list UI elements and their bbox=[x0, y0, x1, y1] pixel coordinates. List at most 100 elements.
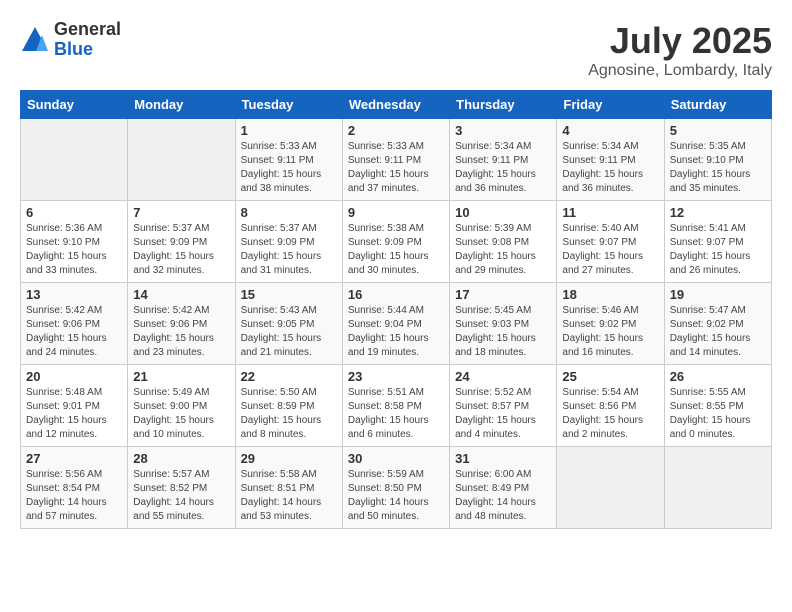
calendar-cell: 6 Sunrise: 5:36 AMSunset: 9:10 PMDaylight… bbox=[21, 201, 128, 283]
day-info: Sunrise: 5:36 AMSunset: 9:10 PMDaylight:… bbox=[26, 222, 122, 278]
day-number: 31 bbox=[455, 451, 551, 466]
calendar-table: SundayMondayTuesdayWednesdayThursdayFrid… bbox=[20, 90, 772, 529]
day-number: 24 bbox=[455, 369, 551, 384]
day-number: 4 bbox=[562, 123, 658, 138]
day-info: Sunrise: 5:54 AMSunset: 8:56 PMDaylight:… bbox=[562, 386, 658, 442]
day-info: Sunrise: 5:34 AMSunset: 9:11 PMDaylight:… bbox=[562, 140, 658, 196]
day-number: 9 bbox=[348, 205, 444, 220]
calendar-cell: 26 Sunrise: 5:55 AMSunset: 8:55 PMDayligh… bbox=[664, 365, 771, 447]
day-number: 29 bbox=[241, 451, 337, 466]
day-number: 1 bbox=[241, 123, 337, 138]
day-number: 3 bbox=[455, 123, 551, 138]
day-info: Sunrise: 5:37 AMSunset: 9:09 PMDaylight:… bbox=[241, 222, 337, 278]
day-number: 28 bbox=[133, 451, 229, 466]
calendar-cell: 18 Sunrise: 5:46 AMSunset: 9:02 PMDayligh… bbox=[557, 283, 664, 365]
day-number: 19 bbox=[670, 287, 766, 302]
calendar-cell: 8 Sunrise: 5:37 AMSunset: 9:09 PMDaylight… bbox=[235, 201, 342, 283]
logo-icon bbox=[20, 25, 50, 55]
calendar-header: SundayMondayTuesdayWednesdayThursdayFrid… bbox=[21, 91, 772, 119]
header-day-tuesday: Tuesday bbox=[235, 91, 342, 119]
day-info: Sunrise: 5:39 AMSunset: 9:08 PMDaylight:… bbox=[455, 222, 551, 278]
day-number: 30 bbox=[348, 451, 444, 466]
day-info: Sunrise: 5:40 AMSunset: 9:07 PMDaylight:… bbox=[562, 222, 658, 278]
calendar-cell: 27 Sunrise: 5:56 AMSunset: 8:54 PMDayligh… bbox=[21, 447, 128, 529]
day-number: 25 bbox=[562, 369, 658, 384]
calendar-cell: 12Sunrise: 5:41 AMSunset: 9:07 PMDayligh… bbox=[664, 201, 771, 283]
calendar-cell: 25 Sunrise: 5:54 AMSunset: 8:56 PMDayligh… bbox=[557, 365, 664, 447]
calendar-cell: 14 Sunrise: 5:42 AMSunset: 9:06 PMDayligh… bbox=[128, 283, 235, 365]
calendar-cell: 21Sunrise: 5:49 AMSunset: 9:00 PMDayligh… bbox=[128, 365, 235, 447]
calendar-cell: 24 Sunrise: 5:52 AMSunset: 8:57 PMDayligh… bbox=[450, 365, 557, 447]
header-day-friday: Friday bbox=[557, 91, 664, 119]
logo-text: General Blue bbox=[54, 20, 121, 60]
day-number: 6 bbox=[26, 205, 122, 220]
day-info: Sunrise: 5:50 AMSunset: 8:59 PMDaylight:… bbox=[241, 386, 337, 442]
calendar-cell: 19 Sunrise: 5:47 AMSunset: 9:02 PMDayligh… bbox=[664, 283, 771, 365]
day-info: Sunrise: 5:59 AMSunset: 8:50 PMDaylight:… bbox=[348, 468, 444, 524]
header-day-sunday: Sunday bbox=[21, 91, 128, 119]
day-number: 23 bbox=[348, 369, 444, 384]
day-info: Sunrise: 5:57 AMSunset: 8:52 PMDaylight:… bbox=[133, 468, 229, 524]
calendar-week-4: 20Sunrise: 5:48 AMSunset: 9:01 PMDayligh… bbox=[21, 365, 772, 447]
calendar-cell bbox=[664, 447, 771, 529]
day-number: 21 bbox=[133, 369, 229, 384]
logo-general: General bbox=[54, 20, 121, 40]
logo: General Blue bbox=[20, 20, 121, 60]
day-number: 16 bbox=[348, 287, 444, 302]
calendar-cell: 10 Sunrise: 5:39 AMSunset: 9:08 PMDayligh… bbox=[450, 201, 557, 283]
day-number: 27 bbox=[26, 451, 122, 466]
calendar-week-5: 27 Sunrise: 5:56 AMSunset: 8:54 PMDayligh… bbox=[21, 447, 772, 529]
day-info: Sunrise: 5:47 AMSunset: 9:02 PMDaylight:… bbox=[670, 304, 766, 360]
day-number: 11 bbox=[562, 205, 658, 220]
header-day-monday: Monday bbox=[128, 91, 235, 119]
calendar-body: 1 Sunrise: 5:33 AMSunset: 9:11 PMDaylight… bbox=[21, 119, 772, 529]
logo-blue: Blue bbox=[54, 40, 121, 60]
day-info: Sunrise: 5:52 AMSunset: 8:57 PMDaylight:… bbox=[455, 386, 551, 442]
day-number: 18 bbox=[562, 287, 658, 302]
calendar-cell: 11 Sunrise: 5:40 AMSunset: 9:07 PMDayligh… bbox=[557, 201, 664, 283]
day-number: 26 bbox=[670, 369, 766, 384]
day-number: 8 bbox=[241, 205, 337, 220]
day-number: 2 bbox=[348, 123, 444, 138]
day-info: Sunrise: 5:35 AMSunset: 9:10 PMDaylight:… bbox=[670, 140, 766, 196]
calendar-week-3: 13 Sunrise: 5:42 AMSunset: 9:06 PMDayligh… bbox=[21, 283, 772, 365]
day-number: 17 bbox=[455, 287, 551, 302]
day-info: Sunrise: 5:42 AMSunset: 9:06 PMDaylight:… bbox=[133, 304, 229, 360]
day-info: Sunrise: 5:33 AMSunset: 9:11 PMDaylight:… bbox=[241, 140, 337, 196]
day-info: Sunrise: 5:41 AMSunset: 9:07 PMDaylight:… bbox=[670, 222, 766, 278]
page-header: General Blue July 2025 Agnosine, Lombard… bbox=[20, 20, 772, 80]
day-info: Sunrise: 5:44 AMSunset: 9:04 PMDaylight:… bbox=[348, 304, 444, 360]
calendar-cell: 9Sunrise: 5:38 AMSunset: 9:09 PMDaylight… bbox=[342, 201, 449, 283]
day-info: Sunrise: 5:46 AMSunset: 9:02 PMDaylight:… bbox=[562, 304, 658, 360]
day-number: 13 bbox=[26, 287, 122, 302]
calendar-cell bbox=[21, 119, 128, 201]
calendar-cell: 1 Sunrise: 5:33 AMSunset: 9:11 PMDaylight… bbox=[235, 119, 342, 201]
title-block: July 2025 Agnosine, Lombardy, Italy bbox=[588, 20, 772, 80]
day-info: Sunrise: 6:00 AMSunset: 8:49 PMDaylight:… bbox=[455, 468, 551, 524]
day-number: 5 bbox=[670, 123, 766, 138]
location-title: Agnosine, Lombardy, Italy bbox=[588, 62, 772, 80]
day-number: 7 bbox=[133, 205, 229, 220]
header-row: SundayMondayTuesdayWednesdayThursdayFrid… bbox=[21, 91, 772, 119]
day-info: Sunrise: 5:45 AMSunset: 9:03 PMDaylight:… bbox=[455, 304, 551, 360]
day-info: Sunrise: 5:37 AMSunset: 9:09 PMDaylight:… bbox=[133, 222, 229, 278]
calendar-cell: 20Sunrise: 5:48 AMSunset: 9:01 PMDayligh… bbox=[21, 365, 128, 447]
calendar-cell: 7 Sunrise: 5:37 AMSunset: 9:09 PMDaylight… bbox=[128, 201, 235, 283]
day-info: Sunrise: 5:56 AMSunset: 8:54 PMDaylight:… bbox=[26, 468, 122, 524]
header-day-wednesday: Wednesday bbox=[342, 91, 449, 119]
day-info: Sunrise: 5:42 AMSunset: 9:06 PMDaylight:… bbox=[26, 304, 122, 360]
calendar-cell: 30 Sunrise: 5:59 AMSunset: 8:50 PMDayligh… bbox=[342, 447, 449, 529]
day-number: 10 bbox=[455, 205, 551, 220]
calendar-cell: 13 Sunrise: 5:42 AMSunset: 9:06 PMDayligh… bbox=[21, 283, 128, 365]
calendar-cell: 29Sunrise: 5:58 AMSunset: 8:51 PMDayligh… bbox=[235, 447, 342, 529]
header-day-saturday: Saturday bbox=[664, 91, 771, 119]
calendar-cell: 3Sunrise: 5:34 AMSunset: 9:11 PMDaylight… bbox=[450, 119, 557, 201]
day-info: Sunrise: 5:55 AMSunset: 8:55 PMDaylight:… bbox=[670, 386, 766, 442]
day-info: Sunrise: 5:33 AMSunset: 9:11 PMDaylight:… bbox=[348, 140, 444, 196]
calendar-cell: 31 Sunrise: 6:00 AMSunset: 8:49 PMDayligh… bbox=[450, 447, 557, 529]
day-number: 14 bbox=[133, 287, 229, 302]
calendar-cell: 23Sunrise: 5:51 AMSunset: 8:58 PMDayligh… bbox=[342, 365, 449, 447]
calendar-cell: 16 Sunrise: 5:44 AMSunset: 9:04 PMDayligh… bbox=[342, 283, 449, 365]
calendar-cell: 22Sunrise: 5:50 AMSunset: 8:59 PMDayligh… bbox=[235, 365, 342, 447]
day-number: 15 bbox=[241, 287, 337, 302]
